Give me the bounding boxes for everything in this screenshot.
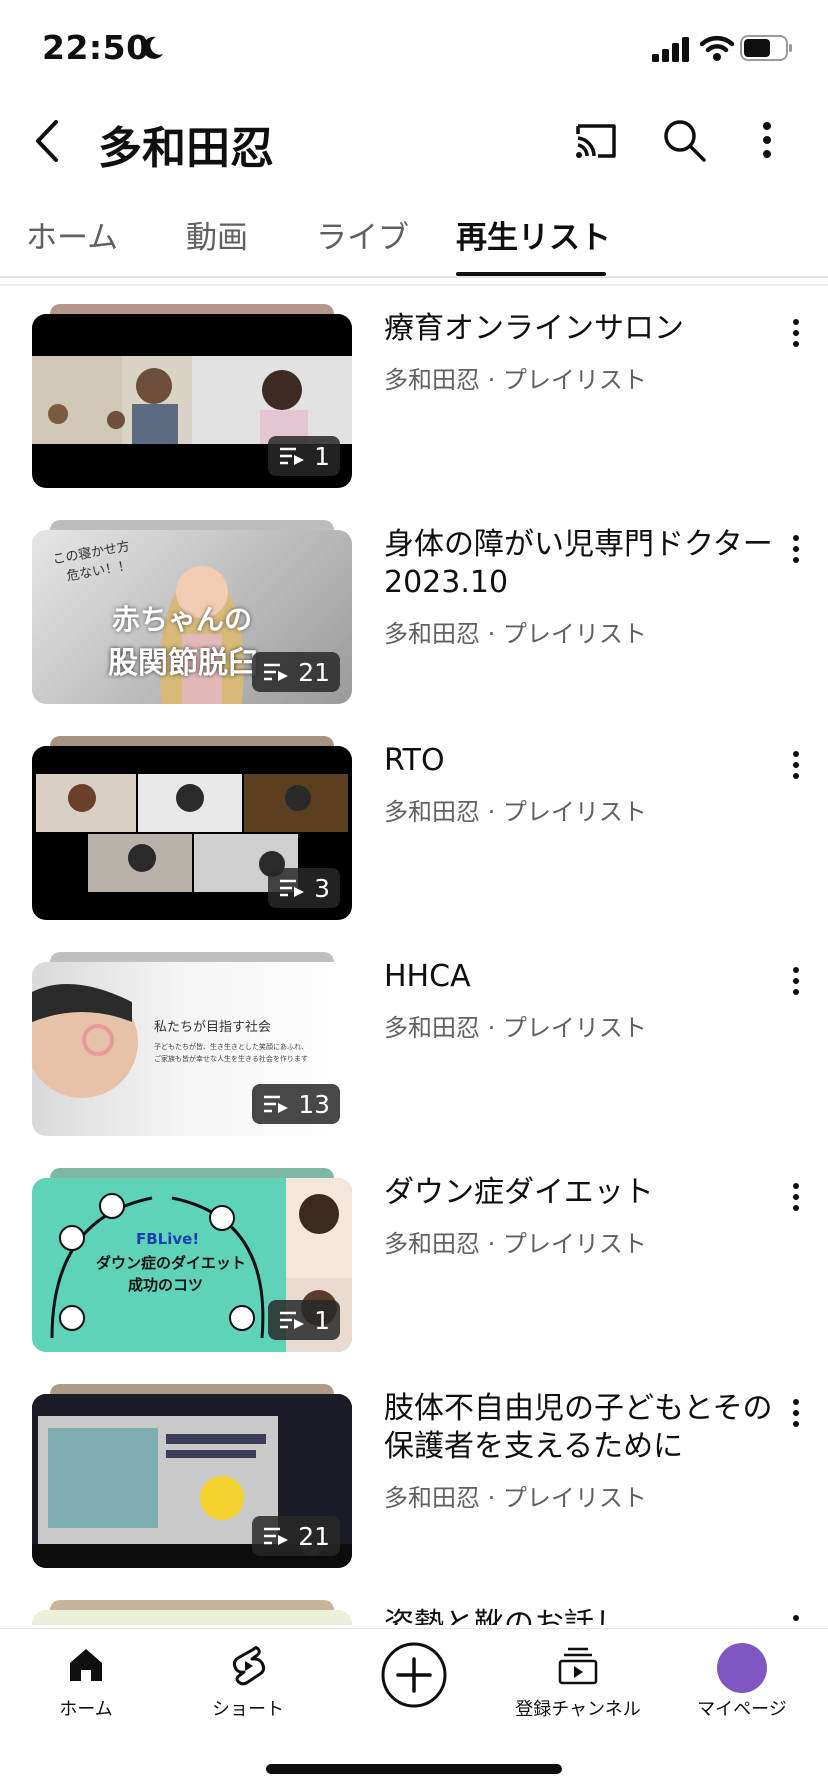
playlist-thumbnail[interactable]: 3 <box>32 732 352 920</box>
playlist-item[interactable]: 21 肢体不自由児の子どもとその保護者を支えるために 多和田忍 · プレイリスト <box>0 1380 828 1596</box>
video-count-badge: 13 <box>252 1084 340 1124</box>
thumbnail-caption: 赤ちゃんの <box>112 603 253 636</box>
status-time: 22:50 <box>42 28 150 67</box>
video-count: 1 <box>314 441 330 471</box>
playlist-subtitle: 多和田忍 · プレイリスト <box>384 620 647 648</box>
video-count: 3 <box>314 873 330 903</box>
playlist-icon <box>280 447 305 465</box>
playlist-title[interactable]: 肢体不自由児の子どもとその保護者を支えるために <box>384 1390 784 1466</box>
wifi-icon <box>700 35 734 61</box>
moon-icon <box>142 36 163 59</box>
cellular-signal-icon <box>652 37 689 62</box>
playlist-title[interactable]: 身体の障がい児専門ドクター2023.10 <box>384 526 784 602</box>
more-vert-icon[interactable] <box>782 1396 810 1430</box>
video-count-badge: 3 <box>268 868 340 908</box>
playlist-icon <box>264 663 289 681</box>
thumbnail-image <box>32 1610 352 1625</box>
video-count-badge: 21 <box>252 1516 340 1556</box>
subscriptions-icon <box>558 1647 598 1685</box>
playlist-thumbnail[interactable]: この寝かせ方 危ない！！ 赤ちゃんの 股関節脱臼 21 <box>32 516 352 704</box>
more-vert-icon[interactable] <box>782 1612 810 1625</box>
playlist-subtitle: 多和田忍 · プレイリスト <box>384 798 647 826</box>
playlist-title[interactable]: ダウン症ダイエット <box>384 1174 784 1212</box>
thumbnail-caption: FBLive! <box>136 1230 200 1248</box>
playlist-thumbnail[interactable]: 私たちが目指す社会 子どもたちが皆、生き生きとした笑顔にあふれ、 ご家族も皆が幸… <box>32 948 352 1136</box>
playlist-item[interactable]: 1 療育オンラインサロン 多和田忍 · プレイリスト <box>0 300 828 516</box>
playlist-thumbnail[interactable] <box>32 1596 352 1625</box>
more-vert-icon[interactable] <box>782 316 810 350</box>
nav-you-label: マイページ <box>697 1699 787 1720</box>
nav-shorts[interactable]: ショート <box>178 1643 318 1721</box>
more-vert-icon[interactable] <box>782 964 810 998</box>
playlist-item[interactable]: 3 RTO 多和田忍 · プレイリスト <box>0 732 828 948</box>
playlist-icon <box>280 879 305 897</box>
video-count-badge: 1 <box>268 1300 340 1340</box>
thumbnail-caption: ダウン症のダイエット <box>96 1254 246 1272</box>
nav-home-label: ホーム <box>59 1699 113 1720</box>
more-vert-icon[interactable] <box>752 116 782 164</box>
nav-shorts-label: ショート <box>212 1699 284 1720</box>
playlist-thumbnail[interactable]: 21 <box>32 1380 352 1568</box>
playlist-title[interactable]: HHCA <box>384 958 784 996</box>
video-count: 21 <box>298 657 330 687</box>
channel-header: 多和田忍 <box>0 96 828 186</box>
search-icon[interactable] <box>660 116 708 164</box>
playlist-subtitle: 多和田忍 · プレイリスト <box>384 1014 647 1042</box>
more-vert-icon[interactable] <box>782 1180 810 1214</box>
thumbnail-caption: 私たちが目指す社会 <box>154 1020 272 1035</box>
thumbnail-caption: 子どもたちが皆、生き生きとした笑顔にあふれ、 <box>154 1043 309 1051</box>
tab-videos[interactable]: 動画 <box>186 212 248 257</box>
more-vert-icon[interactable] <box>782 748 810 782</box>
video-count: 13 <box>298 1089 330 1119</box>
playlist-icon <box>264 1527 289 1545</box>
status-bar: 22:50 <box>0 0 828 96</box>
playlist-title[interactable]: 姿勢と靴のお話し <box>384 1606 784 1625</box>
nav-home[interactable]: ホーム <box>16 1643 156 1721</box>
playlist-item[interactable]: FBLive! ダウン症のダイエット 成功のコツ 1 ダウン症ダイエット 多和田… <box>0 1164 828 1380</box>
playlist-thumbnail[interactable]: FBLive! ダウン症のダイエット 成功のコツ 1 <box>32 1164 352 1352</box>
video-count: 1 <box>314 1305 330 1335</box>
nav-subscriptions[interactable]: 登録チャンネル <box>508 1643 648 1721</box>
home-indicator <box>266 1764 562 1774</box>
nav-subscriptions-label: 登録チャンネル <box>515 1699 641 1720</box>
playlist-icon <box>280 1311 305 1329</box>
battery-icon <box>740 35 792 61</box>
playlist-item[interactable]: この寝かせ方 危ない！！ 赤ちゃんの 股関節脱臼 21 身体の障がい児専門ドクタ… <box>0 516 828 732</box>
playlist-list: 1 療育オンラインサロン 多和田忍 · プレイリスト この寝かせ方 危ない！！ … <box>0 300 828 1625</box>
divider <box>0 284 828 286</box>
video-count-badge: 1 <box>268 436 340 476</box>
playlist-title[interactable]: RTO <box>384 742 784 780</box>
thumbnail-caption: 股関節脱臼 <box>108 646 258 681</box>
playlist-item[interactable]: 姿勢と靴のお話し <box>0 1596 828 1625</box>
thumbnail-caption: ご家族も皆が幸せな人生を生きる社会を作ります <box>154 1055 308 1063</box>
active-tab-indicator <box>456 272 606 276</box>
tab-home[interactable]: ホーム <box>26 212 118 257</box>
back-arrow-icon[interactable] <box>28 116 68 166</box>
cast-icon[interactable] <box>572 118 620 164</box>
tab-live[interactable]: ライブ <box>316 212 409 257</box>
video-count-badge: 21 <box>252 652 340 692</box>
home-icon <box>70 1649 102 1681</box>
shorts-icon <box>232 1646 266 1686</box>
avatar <box>717 1643 767 1693</box>
nav-you[interactable]: マイページ <box>672 1643 812 1721</box>
channel-tabs: ホーム 動画 ライブ 再生リスト <box>0 196 828 278</box>
playlist-item[interactable]: 私たちが目指す社会 子どもたちが皆、生き生きとした笑顔にあふれ、 ご家族も皆が幸… <box>0 948 828 1164</box>
playlist-subtitle: 多和田忍 · プレイリスト <box>384 1230 647 1258</box>
playlist-icon <box>264 1095 289 1113</box>
more-vert-icon[interactable] <box>782 532 810 566</box>
playlist-subtitle: 多和田忍 · プレイリスト <box>384 366 647 394</box>
playlist-subtitle: 多和田忍 · プレイリスト <box>384 1484 647 1512</box>
tab-playlists[interactable]: 再生リスト <box>456 212 611 257</box>
channel-title: 多和田忍 <box>98 123 274 174</box>
create-icon[interactable] <box>380 1641 448 1709</box>
video-count: 21 <box>298 1521 330 1551</box>
thumbnail-caption: 成功のコツ <box>128 1276 204 1294</box>
playlist-title[interactable]: 療育オンラインサロン <box>384 310 784 348</box>
playlist-thumbnail[interactable]: 1 <box>32 300 352 488</box>
